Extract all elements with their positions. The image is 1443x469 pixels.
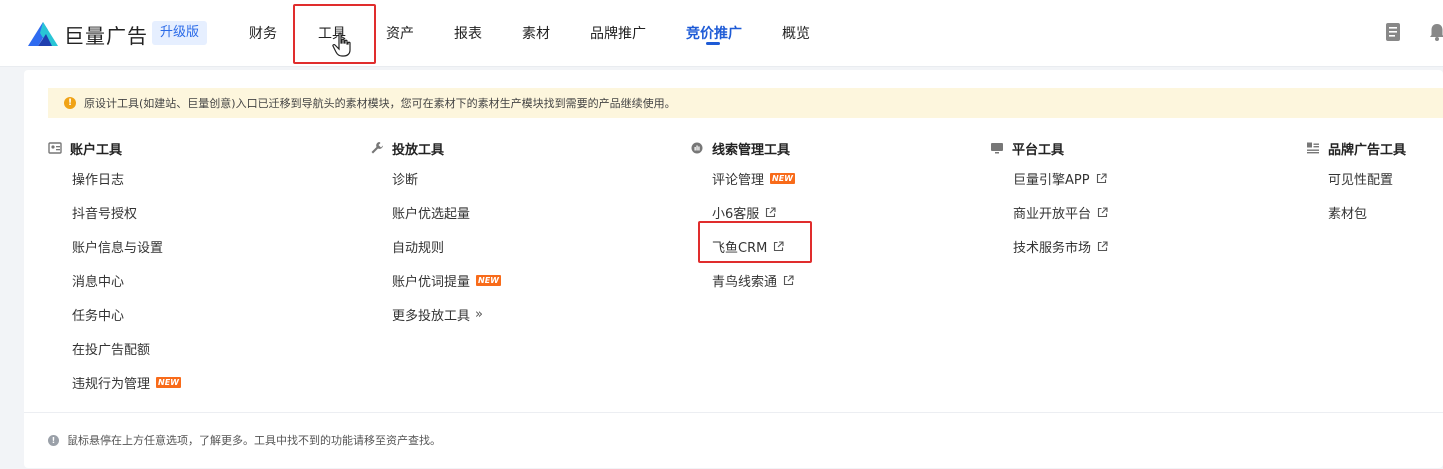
column-title: 平台工具 — [1012, 142, 1065, 158]
tool-label: 巨量引擎APP — [1013, 173, 1090, 188]
column-title: 账户工具 — [70, 142, 123, 158]
nav-finance[interactable]: 财务 — [249, 23, 277, 43]
double-chevron-right-icon: » — [475, 307, 483, 322]
column-platform-tools: 平台工具 — [990, 138, 1064, 158]
tool-violation-management[interactable]: 违规行为管理 NEW — [72, 373, 181, 392]
tool-task-center[interactable]: 任务中心 — [72, 305, 124, 324]
tool-diagnosis[interactable]: 诊断 — [392, 169, 418, 188]
tool-label: 在投广告配额 — [72, 343, 151, 358]
nav-brand-promotion[interactable]: 品牌推广 — [590, 23, 646, 43]
external-link-icon — [1097, 207, 1108, 218]
column-brand-ad-tools: 品牌广告工具 — [1306, 138, 1406, 158]
tool-xiao6-customer-service[interactable]: 小6客服 — [712, 203, 776, 222]
external-link-icon — [766, 207, 776, 218]
tool-label: 违规行为管理 — [72, 377, 151, 392]
document-icon[interactable] — [1384, 22, 1402, 42]
tool-account-boost[interactable]: 账户优选起量 — [392, 203, 470, 222]
tool-label: 诊断 — [392, 173, 419, 188]
hand-pointer-cursor-icon — [332, 32, 351, 57]
tool-label: 自动规则 — [392, 241, 445, 256]
tool-ad-quota[interactable]: 在投广告配额 — [72, 339, 150, 358]
brand-name[interactable]: 巨量广告 — [64, 20, 148, 49]
new-badge: NEW — [476, 275, 501, 286]
tool-label: 素材包 — [1328, 207, 1368, 222]
column-title: 投放工具 — [392, 142, 445, 158]
tool-open-platform[interactable]: 商业开放平台 — [1013, 203, 1108, 222]
tool-material-pack[interactable]: 素材包 — [1328, 203, 1367, 222]
tool-tech-service-market[interactable]: 技术服务市场 — [1013, 237, 1108, 256]
top-nav-bar: 巨量广告 升级版 财务 工具 资产 报表 素材 品牌推广 竞价推广 概览 — [0, 0, 1443, 67]
active-nav-indicator — [706, 42, 720, 45]
column-delivery-tools: 投放工具 — [370, 138, 444, 158]
bell-icon[interactable] — [1428, 22, 1443, 42]
panel-footer: ! 鼠标悬停在上方任意选项，了解更多。工具中找不到的功能请移至资产查找。 — [48, 432, 441, 448]
tool-label: 评论管理 — [712, 173, 765, 188]
column-account-tools: 账户工具 — [48, 138, 122, 158]
tool-label: 消息中心 — [72, 275, 125, 290]
tool-label: 小6客服 — [712, 207, 760, 222]
leads-icon — [691, 142, 703, 154]
tool-label: 任务中心 — [72, 309, 125, 324]
external-link-icon — [1097, 241, 1108, 252]
tool-auto-rules[interactable]: 自动规则 — [392, 237, 444, 256]
tool-qingniao-leads[interactable]: 青鸟线索通 — [712, 271, 794, 290]
nav-reports[interactable]: 报表 — [454, 23, 482, 43]
panel-divider — [24, 412, 1443, 413]
edition-badge: 升级版 — [152, 21, 208, 45]
warning-icon: ! — [64, 97, 76, 109]
monitor-icon — [991, 143, 1003, 154]
tool-label: 账户信息与设置 — [72, 241, 164, 256]
tool-label: 技术服务市场 — [1013, 241, 1092, 256]
tool-label: 商业开放平台 — [1013, 207, 1092, 222]
tool-label: 抖音号授权 — [72, 207, 138, 222]
tool-keyword-boost[interactable]: 账户优词提量 NEW — [392, 271, 501, 290]
tool-label: 青鸟线索通 — [712, 275, 778, 290]
tool-douyin-authorization[interactable]: 抖音号授权 — [72, 203, 137, 222]
column-leads-tools: 线索管理工具 — [690, 138, 790, 158]
tool-visibility-config[interactable]: 可见性配置 — [1328, 169, 1393, 188]
new-badge: NEW — [770, 173, 795, 184]
external-link-icon — [783, 275, 794, 286]
info-icon: ! — [48, 434, 59, 446]
tool-message-center[interactable]: 消息中心 — [72, 271, 124, 290]
tool-label: 账户优选起量 — [392, 207, 471, 222]
tool-label: 操作日志 — [72, 173, 125, 188]
nav-assets[interactable]: 资产 — [386, 23, 414, 43]
tool-account-settings[interactable]: 账户信息与设置 — [72, 237, 163, 256]
nav-materials[interactable]: 素材 — [522, 23, 550, 43]
column-title: 线索管理工具 — [712, 142, 791, 158]
account-tools-icon — [48, 142, 62, 154]
nav-bidding-promotion[interactable]: 竞价推广 — [686, 23, 742, 43]
tools-dropdown-panel: ! 原设计工具(如建站、巨量创意)入口已迁移到导航头的素材模块，您可在素材下的素… — [24, 70, 1443, 468]
tool-comment-management[interactable]: 评论管理 NEW — [712, 169, 795, 188]
nav-overview[interactable]: 概览 — [782, 23, 810, 43]
wrench-icon — [371, 142, 383, 154]
tool-ocean-engine-app[interactable]: 巨量引擎APP — [1013, 169, 1107, 188]
footer-hint: 鼠标悬停在上方任意选项，了解更多。工具中找不到的功能请移至资产查找。 — [67, 434, 441, 447]
annotation-box-feiyu-crm — [698, 221, 812, 263]
tool-more-delivery-tools[interactable]: 更多投放工具 » — [392, 305, 483, 324]
tool-operation-log[interactable]: 操作日志 — [72, 169, 124, 188]
tool-label: 账户优词提量 — [392, 275, 471, 290]
external-link-icon — [1096, 173, 1107, 184]
ocean-engine-logo-icon[interactable] — [26, 20, 60, 48]
new-badge: NEW — [156, 377, 181, 388]
brand-tools-icon — [1307, 142, 1319, 154]
migration-notice: ! 原设计工具(如建站、巨量创意)入口已迁移到导航头的素材模块，您可在素材下的素… — [48, 88, 1443, 118]
tool-label: 可见性配置 — [1328, 173, 1394, 188]
tool-label: 更多投放工具 — [392, 309, 471, 324]
notice-text: 原设计工具(如建站、巨量创意)入口已迁移到导航头的素材模块，您可在素材下的素材生… — [84, 97, 676, 110]
column-title: 品牌广告工具 — [1328, 142, 1407, 158]
